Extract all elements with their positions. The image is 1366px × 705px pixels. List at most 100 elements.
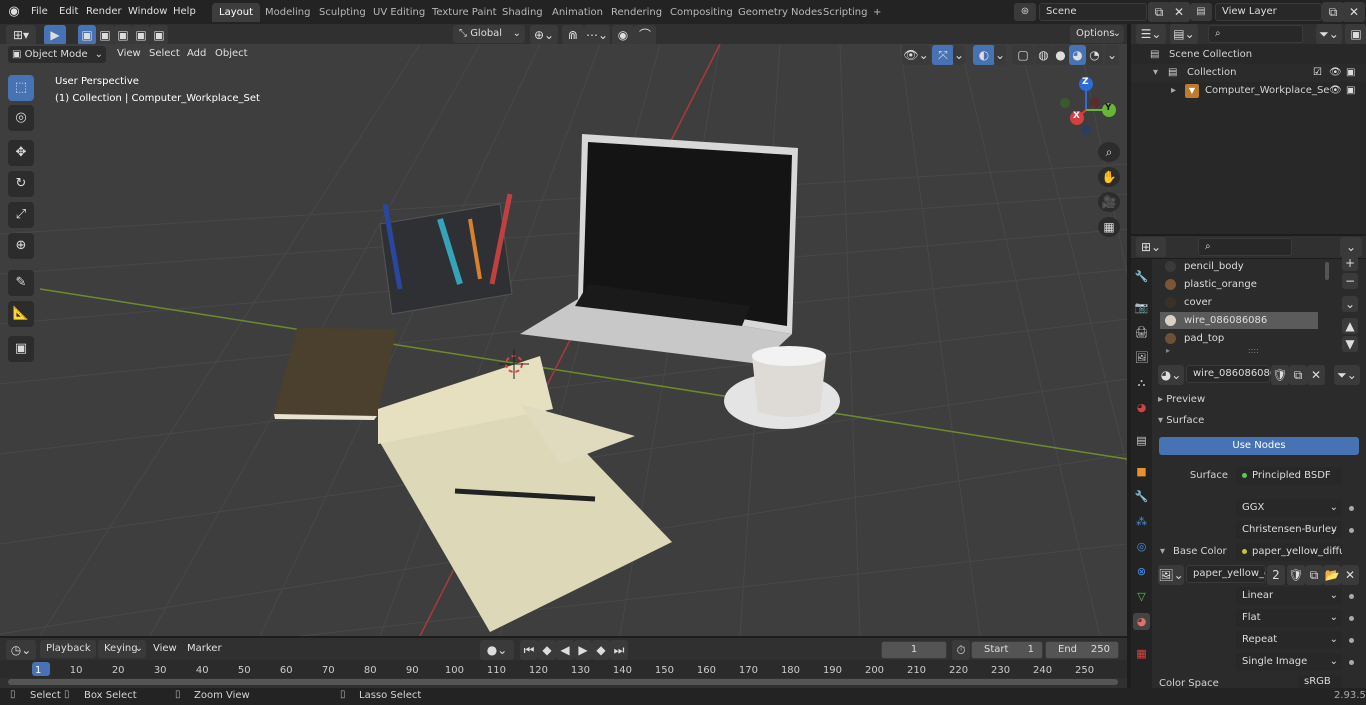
annotate-tool-icon[interactable]: ✎ <box>8 270 34 296</box>
view-layer-field[interactable]: View Layer <box>1215 3 1322 21</box>
new-view-layer-icon[interactable]: ⧉ <box>1322 2 1344 22</box>
resize-handle-icon[interactable]: :::: <box>1248 346 1259 355</box>
eye-icon[interactable]: 👁 <box>1329 64 1342 82</box>
xray-toggle-icon[interactable]: ▢ <box>1012 45 1034 65</box>
material-slot[interactable]: cover <box>1160 294 1318 311</box>
record-icon[interactable]: ●⌄ <box>480 640 514 660</box>
expand-arrow-icon[interactable]: ▸ <box>1171 82 1176 100</box>
next-keyframe-icon[interactable]: ◆ <box>592 640 610 660</box>
play-icon[interactable]: ▶ <box>574 640 592 660</box>
tool-tab-icon[interactable]: 🔧 <box>1133 268 1150 285</box>
timeline-menu-playback[interactable]: Playback⌄ <box>40 640 96 672</box>
render-tab-icon[interactable]: 📷 <box>1133 299 1150 316</box>
outliner-row-object[interactable]: ▸ ▼ Computer_Workplace_Se 👁 ▣ <box>1131 82 1366 100</box>
timeline-editor-icon[interactable]: ◷⌄ <box>6 640 36 660</box>
texture-tab-icon[interactable]: ▦ <box>1133 645 1150 662</box>
tab-shading[interactable]: Shading <box>495 3 550 22</box>
camera-view-icon[interactable]: 🎥 <box>1098 192 1120 212</box>
scene-field[interactable]: Scene <box>1039 3 1147 21</box>
fake-user-icon[interactable]: 🛡 <box>1271 365 1289 385</box>
particles-tab-icon[interactable]: ⁂ <box>1133 513 1150 530</box>
proportional-falloff-icon[interactable]: ⌒ <box>634 25 656 45</box>
image-name-field[interactable]: paper_yellow_di... <box>1186 565 1266 583</box>
filter-icon[interactable]: ⏷⌄ <box>1316 24 1342 44</box>
image-users-count[interactable]: 2 <box>1267 565 1285 585</box>
link-type-icon[interactable]: ⏷⌄ <box>1334 365 1360 385</box>
viewport-menu-view[interactable]: View <box>112 46 146 62</box>
timeline-menu-keying[interactable]: Keying ⌄ <box>98 640 146 658</box>
snap-toggle-icon[interactable]: ⋒ <box>562 25 584 45</box>
output-tab-icon[interactable]: 🖨 <box>1133 324 1150 341</box>
expand-arrow-icon[interactable]: ▾ <box>1153 64 1158 82</box>
outliner-editor-icon[interactable]: ☰⌄ <box>1136 24 1166 44</box>
tab-modeling[interactable]: Modeling <box>258 3 318 22</box>
tab-uv-editing[interactable]: UV Editing <box>366 3 432 22</box>
snap-target-icon[interactable]: ⋯⌄ <box>584 25 610 45</box>
tab-layout[interactable]: Layout <box>212 3 260 22</box>
expand-list-icon[interactable]: ▸ <box>1166 346 1170 355</box>
timeline-scrollbar[interactable] <box>8 679 1118 685</box>
image-browse-icon[interactable]: 🖼⌄ <box>1158 565 1184 585</box>
fake-user-icon[interactable]: 🛡 <box>1287 565 1305 585</box>
shading-wireframe-icon[interactable]: ◍ <box>1035 45 1052 65</box>
keyframe-dot-icon[interactable] <box>1349 528 1354 533</box>
tab-compositing[interactable]: Compositing <box>663 3 740 22</box>
shading-solid-icon[interactable]: ● <box>1052 45 1069 65</box>
jump-end-icon[interactable]: ⏭ <box>610 640 628 660</box>
properties-search-input[interactable]: ⌕ <box>1198 238 1292 256</box>
menu-help[interactable]: Help <box>168 4 201 20</box>
object-tab-icon[interactable]: ■ <box>1133 463 1150 480</box>
eye-icon[interactable]: 👁 <box>1329 82 1342 100</box>
duplicate-image-icon[interactable]: ⧉ <box>1305 565 1323 585</box>
source-dropdown[interactable]: Single Image ⌄ <box>1236 653 1342 671</box>
open-image-folder-icon[interactable]: 📂 <box>1323 565 1341 585</box>
outliner-row-scene-collection[interactable]: ▤ Scene Collection <box>1131 46 1366 64</box>
keyframe-dot-icon[interactable] <box>1349 616 1354 621</box>
slot-list-scrollbar[interactable] <box>1325 262 1329 280</box>
select-mode-subtract-icon[interactable]: ▣ <box>114 25 132 45</box>
visibility-icon[interactable]: 👁⌄ <box>902 45 930 65</box>
tab-texture-paint[interactable]: Texture Paint <box>425 3 504 22</box>
pan-hand-icon[interactable]: ✋ <box>1098 167 1120 187</box>
select-mode-intersect-icon[interactable]: ▣ <box>150 25 168 45</box>
transform-tool-icon[interactable]: ⊕ <box>8 233 34 259</box>
select-tweak-icon[interactable]: ▶ <box>44 25 66 45</box>
editor-type-icon[interactable]: ⊞▾ <box>6 25 36 45</box>
surface-shader-field[interactable]: Principled BSDF <box>1236 467 1342 485</box>
slot-specials-icon[interactable]: ⌄ <box>1342 296 1358 312</box>
extension-dropdown[interactable]: Repeat ⌄ <box>1236 631 1342 649</box>
color-space-dropdown[interactable]: sRGB <box>1298 675 1342 688</box>
use-nodes-button[interactable]: Use Nodes <box>1159 437 1359 455</box>
unlink-material-icon[interactable]: ✕ <box>1307 365 1325 385</box>
add-slot-icon[interactable]: + <box>1342 255 1358 271</box>
world-tab-icon[interactable]: ◕ <box>1133 399 1150 416</box>
timeline-menu-view[interactable]: View <box>148 641 182 657</box>
select-mode-extend-icon[interactable]: ▣ <box>96 25 114 45</box>
keyframe-dot-icon[interactable] <box>1349 660 1354 665</box>
move-slot-up-icon[interactable]: ▲ <box>1342 318 1358 334</box>
tab-rendering[interactable]: Rendering <box>604 3 669 22</box>
prev-keyframe-icon[interactable]: ◆ <box>538 640 556 660</box>
collection-tab-icon[interactable]: ▤ <box>1133 432 1150 449</box>
move-slot-down-icon[interactable]: ▼ <box>1342 336 1358 352</box>
select-mode-invert-icon[interactable]: ▣ <box>132 25 150 45</box>
unlink-image-icon[interactable]: ✕ <box>1341 565 1359 585</box>
physics-tab-icon[interactable]: ◎ <box>1133 538 1150 555</box>
checkbox-icon[interactable]: ☑ <box>1313 64 1322 82</box>
outliner-display-mode-icon[interactable]: ▤⌄ <box>1170 24 1198 44</box>
new-collection-icon[interactable]: ▣ <box>1345 24 1366 44</box>
material-browse-icon[interactable]: ◕⌄ <box>1158 365 1184 385</box>
jump-start-icon[interactable]: ⏮ <box>520 640 538 660</box>
base-color-row[interactable]: ▾ Base Color <box>1160 543 1230 561</box>
duplicate-material-icon[interactable]: ⧉ <box>1289 365 1307 385</box>
play-reverse-icon[interactable]: ◀ <box>556 640 574 660</box>
proportional-edit-icon[interactable]: ◉ <box>612 25 634 45</box>
viewport-menu-add[interactable]: Add <box>182 46 211 62</box>
tab-geometry-nodes[interactable]: Geometry Nodes <box>731 3 829 22</box>
scene-tab-icon[interactable]: ⛬ <box>1133 374 1150 391</box>
camera-icon[interactable]: ▣ <box>1346 82 1355 100</box>
outliner-search-input[interactable]: ⌕ <box>1208 25 1303 43</box>
view-layer-icon[interactable]: ▤ <box>1190 3 1212 21</box>
projection-dropdown[interactable]: Flat ⌄ <box>1236 609 1342 627</box>
data-tab-icon[interactable]: ▽ <box>1133 588 1150 605</box>
